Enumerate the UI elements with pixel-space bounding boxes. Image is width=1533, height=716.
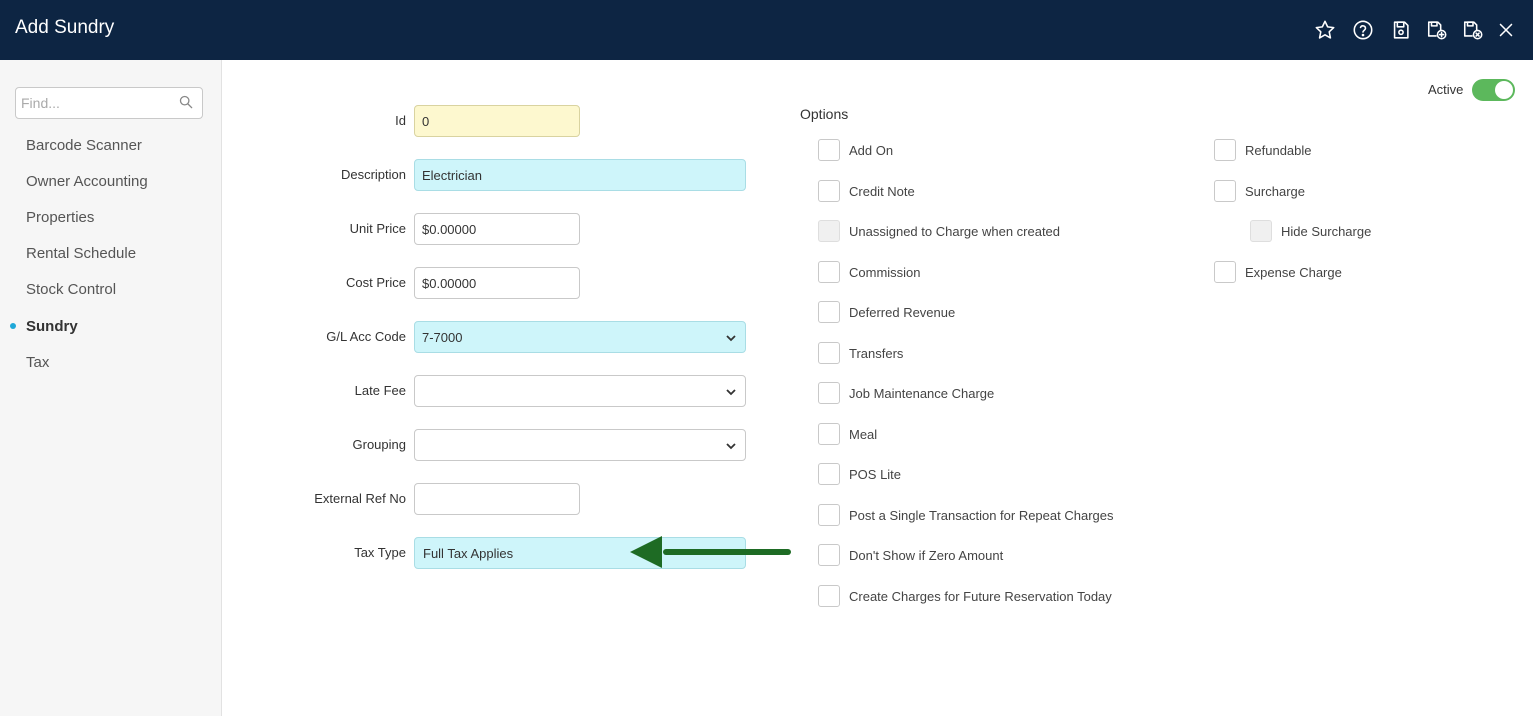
find-box[interactable] xyxy=(15,87,203,119)
checkbox-dont-show-if-zero[interactable] xyxy=(818,544,840,566)
late-fee-label: Late Fee xyxy=(354,383,406,398)
post-single-transaction-label: Post a Single Transaction for Repeat Cha… xyxy=(849,508,1114,523)
add-on-label: Add On xyxy=(849,143,894,158)
checkbox-commission[interactable] xyxy=(818,261,840,283)
star-icon[interactable] xyxy=(1313,18,1337,42)
active-toggle[interactable] xyxy=(1472,79,1515,101)
expense-charge-label: Expense Charge xyxy=(1245,265,1342,280)
gl-acc-code-label: G/L Acc Code xyxy=(326,329,406,344)
sidebar-item-tax[interactable]: Tax xyxy=(26,354,49,371)
commission-label: Commission xyxy=(849,265,921,280)
description-label: Description xyxy=(340,167,406,182)
description-field[interactable]: Electrician xyxy=(414,159,746,191)
sidebar: Barcode Scanner Owner Accounting Propert… xyxy=(0,60,222,716)
window-title: Add Sundry xyxy=(15,17,115,38)
checkbox-post-single-transaction[interactable] xyxy=(818,504,840,526)
dont-show-if-zero-label: Don't Show if Zero Amount xyxy=(849,548,1004,563)
surcharge-label: Surcharge xyxy=(1245,184,1305,199)
hide-surcharge-label: Hide Surcharge xyxy=(1281,224,1372,239)
refundable-label: Refundable xyxy=(1245,143,1312,158)
id-field[interactable]: 0 xyxy=(414,105,580,137)
id-label: Id xyxy=(395,113,406,128)
checkbox-pos-lite[interactable] xyxy=(818,463,840,485)
toggle-knob xyxy=(1495,81,1513,99)
cost-price-label: Cost Price xyxy=(346,275,406,290)
save-icon[interactable] xyxy=(1389,18,1413,42)
sidebar-item-stock-control[interactable]: Stock Control xyxy=(26,281,116,298)
title-bar: Add Sundry xyxy=(0,0,1533,60)
checkbox-create-charges-future[interactable] xyxy=(818,585,840,607)
save-and-new-icon[interactable] xyxy=(1425,18,1449,42)
sidebar-search-input[interactable] xyxy=(16,88,176,118)
checkbox-credit-note[interactable] xyxy=(818,180,840,202)
sidebar-item-rental-schedule[interactable]: Rental Schedule xyxy=(26,245,136,262)
active-label: Active xyxy=(1428,82,1464,97)
unit-price-value: $0.00000 xyxy=(422,221,477,237)
cost-price-value: $0.00000 xyxy=(422,275,477,291)
grouping-select[interactable] xyxy=(414,429,746,461)
sidebar-item-barcode-scanner[interactable]: Barcode Scanner xyxy=(26,137,142,154)
checkbox-job-maintenance-charge[interactable] xyxy=(818,382,840,404)
search-icon[interactable] xyxy=(179,95,193,109)
sidebar-item-sundry[interactable]: Sundry xyxy=(26,318,78,335)
gl-acc-code-select[interactable]: 7-7000 xyxy=(414,321,746,353)
sidebar-item-properties[interactable]: Properties xyxy=(26,209,94,226)
checkbox-unassigned-to-charge xyxy=(818,220,840,242)
checkbox-hide-surcharge xyxy=(1250,220,1272,242)
checkbox-surcharge[interactable] xyxy=(1214,180,1236,202)
grouping-label: Grouping xyxy=(352,437,406,452)
checkbox-meal[interactable] xyxy=(818,423,840,445)
save-and-close-icon[interactable] xyxy=(1461,18,1485,42)
description-value: Electrician xyxy=(422,167,482,183)
close-icon[interactable] xyxy=(1494,18,1518,42)
active-indicator-dot xyxy=(10,323,16,329)
chevron-down-icon xyxy=(725,386,737,398)
unassigned-to-charge-label: Unassigned to Charge when created xyxy=(849,224,1061,239)
chevron-down-icon xyxy=(725,332,737,344)
external-ref-field[interactable] xyxy=(414,483,580,515)
tax-type-label: Tax Type xyxy=(354,545,406,560)
checkbox-transfers[interactable] xyxy=(818,342,840,364)
transfers-label: Transfers xyxy=(849,346,904,361)
gl-acc-code-value: 7-7000 xyxy=(422,329,463,345)
help-icon[interactable] xyxy=(1351,18,1375,42)
job-maintenance-charge-label: Job Maintenance Charge xyxy=(849,386,995,401)
deferred-revenue-label: Deferred Revenue xyxy=(849,305,956,320)
credit-note-label: Credit Note xyxy=(849,184,915,199)
tax-type-field[interactable]: Full Tax Applies xyxy=(414,537,746,569)
checkbox-refundable[interactable] xyxy=(1214,139,1236,161)
checkbox-expense-charge[interactable] xyxy=(1214,261,1236,283)
options-title: Options xyxy=(800,106,849,122)
cost-price-field[interactable]: $0.00000 xyxy=(414,267,580,299)
unit-price-field[interactable]: $0.00000 xyxy=(414,213,580,245)
late-fee-select[interactable] xyxy=(414,375,746,407)
checkbox-add-on[interactable] xyxy=(818,139,840,161)
tax-type-value: Full Tax Applies xyxy=(423,545,514,561)
pos-lite-label: POS Lite xyxy=(849,467,902,482)
meal-label: Meal xyxy=(849,427,878,442)
id-value: 0 xyxy=(422,113,430,129)
external-ref-label: External Ref No xyxy=(314,491,406,506)
create-charges-future-label: Create Charges for Future Reservation To… xyxy=(849,589,1112,604)
unit-price-label: Unit Price xyxy=(349,221,406,236)
sidebar-item-owner-accounting[interactable]: Owner Accounting xyxy=(26,173,148,190)
chevron-down-icon xyxy=(725,440,737,452)
checkbox-deferred-revenue[interactable] xyxy=(818,301,840,323)
